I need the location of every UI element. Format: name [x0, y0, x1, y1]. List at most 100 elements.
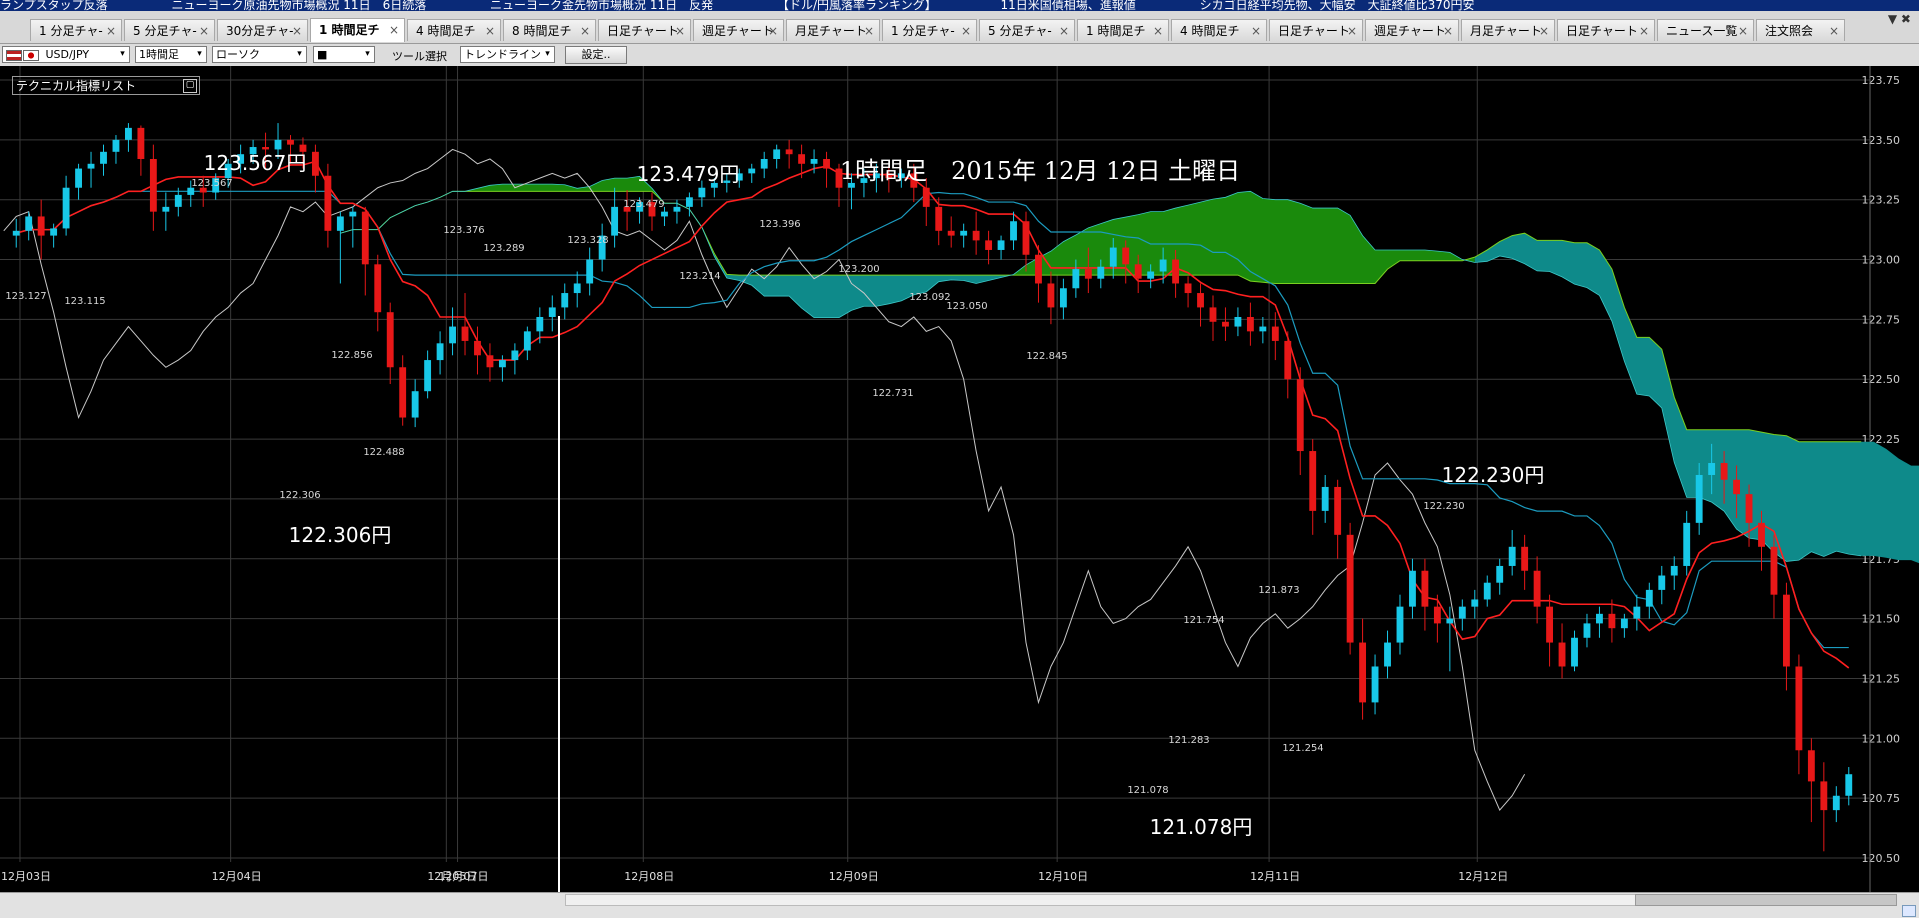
candle-body: [1271, 326, 1279, 341]
candle-body: [1745, 494, 1753, 523]
chart-grid: 123.75 123.50 123.25 123.00 122.75 122.50 122.…: [0, 66, 1919, 892]
candle-body: [947, 230, 955, 236]
y-tick-label: 123.00: [1862, 254, 1901, 267]
price-label: 122.306: [279, 490, 320, 501]
candle-body: [611, 206, 619, 236]
close-icon[interactable]: ×: [1639, 20, 1649, 41]
close-icon[interactable]: ×: [1251, 20, 1261, 41]
chart-toolbar: USD/JPY ▾ 1時間足 ▾ ローソク ▾ ■ ▾ ツール選択 トレンドライ…: [0, 44, 1919, 67]
ticker-item[interactable]: シカゴ日経平均先物、大幅安 大証終値比370円安: [1200, 0, 1475, 11]
chart-tab[interactable]: 週足チャート ×: [1365, 19, 1459, 41]
candle-body: [174, 194, 182, 207]
close-icon[interactable]: ×: [389, 19, 399, 41]
candle-body: [37, 216, 45, 236]
ticker-item[interactable]: ニューヨーク金先物市場概況 11日 反発: [490, 0, 713, 11]
close-icon[interactable]: ×: [199, 20, 209, 41]
close-icon[interactable]: ×: [106, 20, 116, 41]
price-label: 122.230: [1423, 501, 1464, 512]
candle-body: [1396, 606, 1404, 643]
ticker-item[interactable]: ニューヨーク原油先物市場概況 11日 6日続落: [171, 0, 426, 11]
settings-button[interactable]: 設定..: [565, 46, 627, 64]
close-icon[interactable]: ×: [1443, 20, 1453, 41]
close-icon[interactable]: ×: [1738, 20, 1748, 41]
candle-body: [1708, 463, 1716, 475]
candle-body: [1246, 316, 1254, 332]
cursor-line[interactable]: [558, 316, 560, 892]
candle-body: [424, 360, 432, 392]
close-icon[interactable]: ×: [580, 20, 590, 41]
chart-tab[interactable]: 8 時間足チ ×: [503, 19, 596, 41]
candle-body: [760, 158, 768, 169]
candle-body: [1521, 546, 1529, 571]
ticker-item[interactable]: ランプスタップ反落: [0, 0, 108, 11]
close-icon[interactable]: ×: [961, 20, 971, 41]
candle-body: [1147, 271, 1155, 279]
chart-tab[interactable]: 週足チャート ×: [693, 19, 784, 41]
ticker-item[interactable]: 11日米国債相場、進報値: [1000, 0, 1135, 11]
scrollbar-thumb[interactable]: [1635, 894, 1897, 906]
price-label: 122.845: [1026, 351, 1067, 362]
candle-body: [935, 206, 943, 231]
callout-label: 123.479円: [637, 162, 740, 186]
chart-tab[interactable]: 日足チャート ×: [1557, 19, 1655, 41]
chart-tab[interactable]: 月足チャート ×: [1461, 19, 1555, 41]
chart-tab[interactable]: 1 時間足チ ×: [310, 18, 405, 42]
close-icon[interactable]: ×: [292, 20, 302, 41]
timeframe-select[interactable]: 1時間足 ▾: [135, 46, 207, 63]
chart-tab[interactable]: 日足チャート ×: [1269, 19, 1363, 41]
y-tick-label: 122.75: [1862, 313, 1901, 326]
candle-body: [573, 283, 581, 294]
candle-body: [536, 316, 544, 332]
news-ticker[interactable]: ランプスタップ反落 ニューヨーク原油先物市場概況 11日 6日続落 ニューヨーク…: [0, 0, 1919, 11]
candle-body: [262, 147, 269, 150]
chart-tab[interactable]: 注文照会 ×: [1756, 19, 1845, 41]
close-icon[interactable]: ×: [1347, 20, 1357, 41]
chart-tab[interactable]: 30分足チャ- ×: [217, 19, 308, 41]
close-icon[interactable]: ×: [1829, 20, 1839, 41]
candle-body: [1259, 326, 1267, 332]
chart-tab[interactable]: 1 分足チャ- ×: [30, 19, 122, 41]
chart-tab[interactable]: 5 分足チャ- ×: [124, 19, 215, 41]
chart-tab[interactable]: ニュース一覧 ×: [1657, 19, 1754, 41]
chevron-down-icon: ▾: [365, 49, 370, 59]
close-icon[interactable]: ×: [1539, 20, 1549, 41]
x-tick-label: 12月10日: [1038, 870, 1088, 883]
close-icon[interactable]: ×: [1059, 20, 1069, 41]
close-icon[interactable]: ▢: [183, 79, 197, 93]
tool-select[interactable]: トレンドライン ▾: [460, 46, 555, 63]
pair-select[interactable]: USD/JPY ▾: [2, 46, 130, 63]
tab-label: 1 分足チャ-: [891, 24, 955, 38]
candle-body: [374, 264, 382, 313]
chart-tab[interactable]: 4 時間足チ ×: [1171, 19, 1267, 41]
close-icon[interactable]: ×: [768, 20, 778, 41]
close-icon[interactable]: ×: [675, 20, 685, 41]
candle-type-select[interactable]: ローソク ▾: [212, 46, 307, 63]
color-value: ■: [317, 48, 328, 61]
close-icon[interactable]: ×: [485, 20, 495, 41]
close-icon[interactable]: ×: [1153, 20, 1163, 41]
candle-body: [436, 343, 444, 361]
chart-tab[interactable]: 月足チャート ×: [786, 19, 880, 41]
candle-type-value: ローソク: [216, 48, 260, 61]
chart-tab[interactable]: 1 分足チャ- ×: [882, 19, 977, 41]
chevron-down-icon: ▾: [120, 49, 125, 59]
chart-tab[interactable]: 4 時間足チ ×: [407, 19, 501, 41]
price-label: 122.731: [872, 388, 913, 399]
y-tick-label: 121.00: [1862, 732, 1901, 745]
tab-label: 週足チャート: [702, 24, 774, 38]
chart-tab[interactable]: 5 分足チャ- ×: [979, 19, 1075, 41]
candle-body: [1571, 637, 1578, 667]
candle-body: [12, 230, 20, 236]
candle-body: [1795, 666, 1803, 751]
candle-body: [112, 139, 120, 152]
technical-indicator-list[interactable]: テクニカル指標リスト ▢: [12, 76, 200, 95]
chart-tab[interactable]: 日足チャート ×: [598, 19, 691, 41]
tab-label: 1 時間足チ: [1086, 24, 1146, 38]
close-icon[interactable]: ×: [864, 20, 874, 41]
color-select[interactable]: ■ ▾: [313, 46, 375, 63]
tab-label: 1 分足チャ-: [39, 24, 103, 38]
tab-menu-icon[interactable]: ▼ ✖: [1888, 12, 1911, 26]
chart-tab[interactable]: 1 時間足チ ×: [1077, 19, 1169, 41]
candlestick-chart[interactable]: 123.75 123.50 123.25 123.00 122.75 122.50 122.…: [0, 66, 1919, 892]
ticker-item[interactable]: 【ドル/円風落率ランキング】: [777, 0, 937, 11]
